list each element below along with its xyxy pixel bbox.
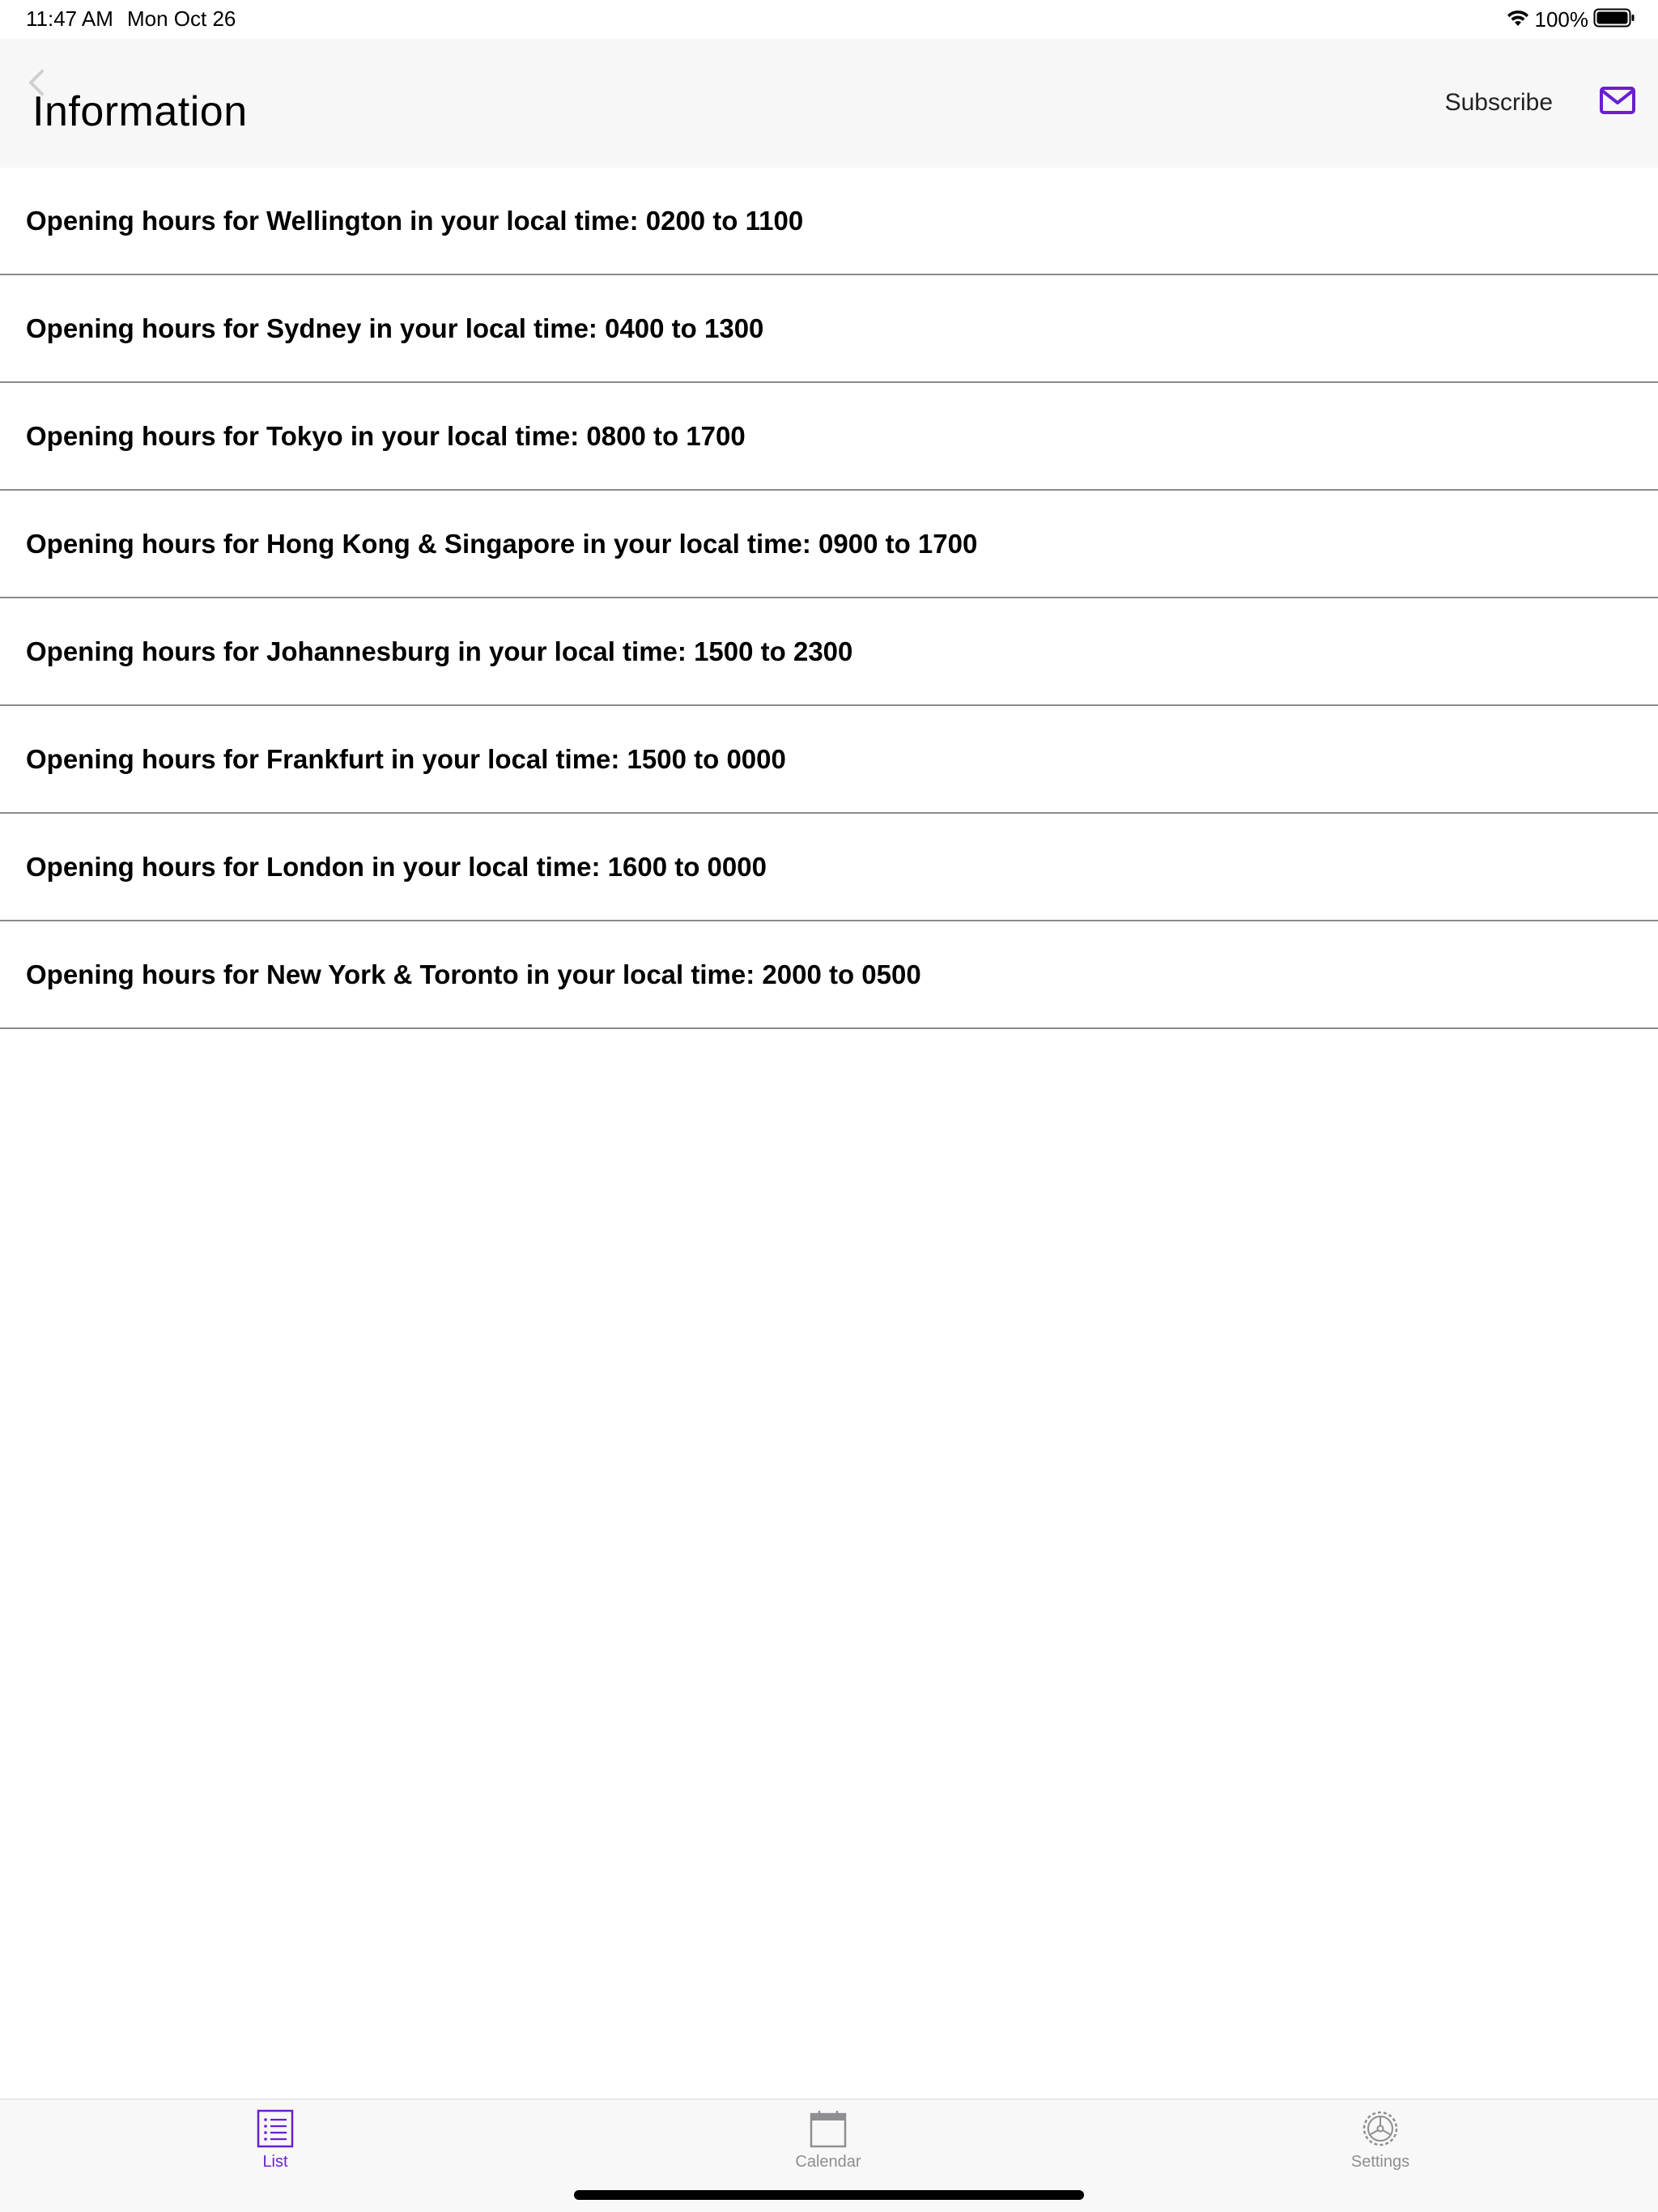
list-item-label: Opening hours for Tokyo in your local ti… <box>26 420 746 451</box>
tab-label: Calendar <box>795 2153 861 2171</box>
list-item[interactable]: Opening hours for New York & Toronto in … <box>0 921 1658 1029</box>
status-indicators: 100% <box>1506 5 1636 34</box>
tab-calendar[interactable]: Calendar <box>747 2109 909 2172</box>
list-item-label: Opening hours for New York & Toronto in … <box>26 959 921 989</box>
home-indicator <box>574 2190 1084 2200</box>
battery-icon <box>1593 7 1635 32</box>
list-item[interactable]: Opening hours for Frankfurt in your loca… <box>0 706 1658 814</box>
list-item[interactable]: Opening hours for Tokyo in your local ti… <box>0 383 1658 491</box>
list-item-label: Opening hours for Hong Kong & Singapore … <box>26 528 978 559</box>
page-title: Information <box>32 88 248 135</box>
tab-label: List <box>262 2153 288 2171</box>
subscribe-button[interactable]: Subscribe <box>1445 89 1553 117</box>
mail-icon[interactable] <box>1598 84 1637 117</box>
opening-hours-list: Opening hours for Wellington in your loc… <box>0 168 1658 1029</box>
tab-list[interactable]: List <box>194 2109 356 2172</box>
calendar-icon <box>809 2109 848 2148</box>
status-time: 11:47 AM <box>26 6 113 31</box>
tab-settings[interactable]: Settings <box>1299 2109 1461 2172</box>
list-item[interactable]: Opening hours for Wellington in your loc… <box>0 168 1658 275</box>
list-item[interactable]: Opening hours for Johannesburg in your l… <box>0 598 1658 706</box>
list-item[interactable]: Opening hours for Hong Kong & Singapore … <box>0 491 1658 598</box>
list-item[interactable]: Opening hours for Sydney in your local t… <box>0 275 1658 383</box>
status-bar: 11:47 AM Mon Oct 26 100% <box>0 0 1658 39</box>
list-item-label: Opening hours for Wellington in your loc… <box>26 205 804 236</box>
list-icon <box>256 2109 295 2148</box>
list-item[interactable]: Opening hours for London in your local t… <box>0 814 1658 921</box>
status-date: Mon Oct 26 <box>127 6 236 31</box>
screen: 11:47 AM Mon Oct 26 100% Information Sub… <box>0 0 1658 2212</box>
list-item-label: Opening hours for Sydney in your local t… <box>26 313 764 343</box>
tab-label: Settings <box>1350 2153 1410 2171</box>
navigation-bar: Information Subscribe <box>0 39 1658 168</box>
battery-percent: 100% <box>1534 6 1589 32</box>
settings-icon <box>1361 2109 1400 2148</box>
list-item-label: Opening hours for Frankfurt in your loca… <box>26 743 786 774</box>
wifi-icon <box>1506 8 1530 32</box>
list-item-label: Opening hours for London in your local t… <box>26 851 767 882</box>
list-item-label: Opening hours for Johannesburg in your l… <box>26 636 853 666</box>
